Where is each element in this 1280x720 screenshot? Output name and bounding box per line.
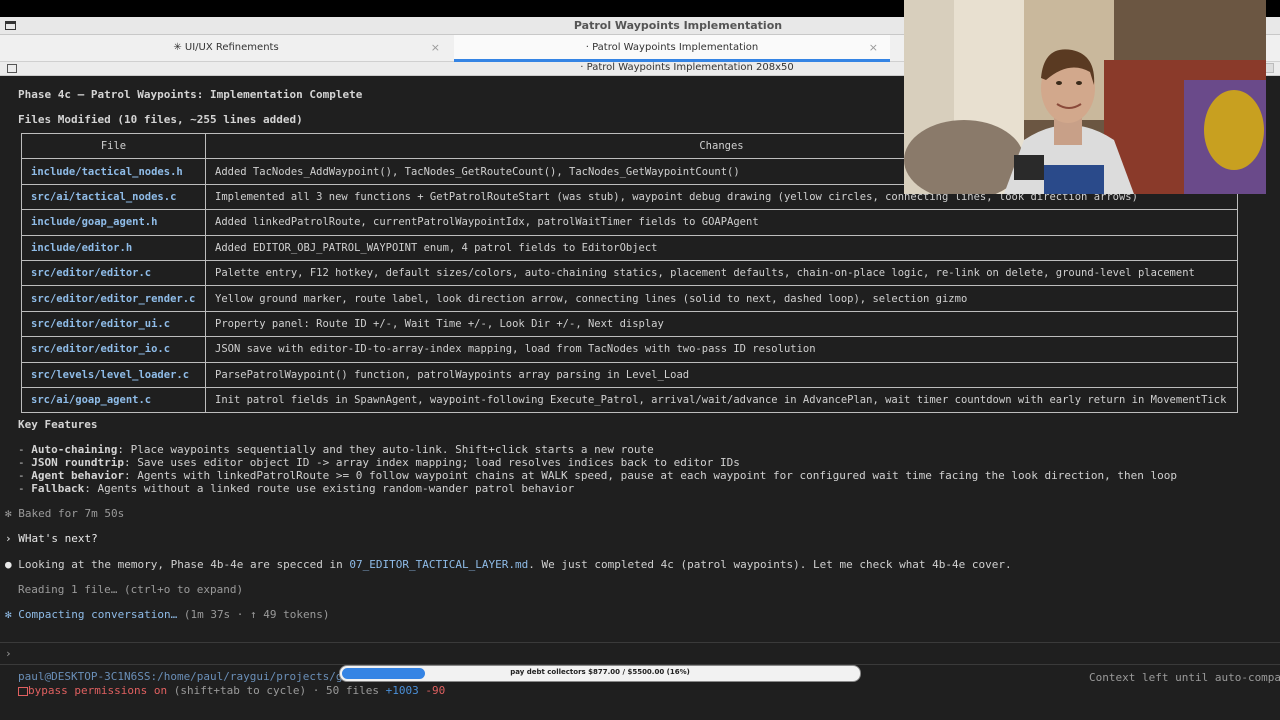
bypass-rest: (shift+tab to cycle) · 50 files xyxy=(167,684,386,697)
file-cell: include/goap_agent.h xyxy=(21,209,206,236)
compacting-meta: (1m 37s · ↑ 49 tokens) xyxy=(177,608,330,621)
close-icon[interactable]: × xyxy=(869,41,878,54)
asterisk-icon: ✻ xyxy=(5,507,19,520)
prompt-chevron-icon: › xyxy=(5,647,12,660)
prompt-marker-icon: › xyxy=(5,532,19,545)
user-prompt: WHat's next? xyxy=(18,532,98,545)
lines-added: +1003 xyxy=(385,684,419,697)
feature-item: - JSON roundtrip: Save uses editor objec… xyxy=(18,456,740,469)
feature-item: - Fallback: Agents without a linked rout… xyxy=(18,482,575,495)
feature-desc: : Place waypoints sequentially and they … xyxy=(117,443,654,456)
progress-label: pay debt collectors $877.00 / $5500.00 (… xyxy=(510,668,690,676)
file-cell: include/editor.h xyxy=(21,234,206,261)
webcam-image xyxy=(904,0,1266,194)
table-row: src/editor/editor_ui.c Property panel: Ro… xyxy=(21,310,1238,338)
feature-item: - Auto-chaining: Place waypoints sequent… xyxy=(18,443,654,456)
compacting-status: ✻ Compacting conversation… (1m 37s · ↑ 4… xyxy=(5,608,330,621)
file-cell: src/editor/editor.c xyxy=(21,259,206,287)
table-row: include/goap_agent.h Added linkedPatrolRo… xyxy=(21,209,1238,236)
donation-progress-bar: pay debt collectors $877.00 / $5500.00 (… xyxy=(339,665,861,682)
changes-cell: Property panel: Route ID +/-, Wait Time … xyxy=(205,310,1238,338)
section-heading: Phase 4c — Patrol Waypoints: Implementat… xyxy=(18,88,363,101)
tab-patrol-waypoints[interactable]: · Patrol Waypoints Implementation × xyxy=(454,35,890,62)
prompt-input[interactable]: › xyxy=(0,642,1280,664)
baked-text: Baked for 7m 50s xyxy=(18,507,125,520)
bypass-icon xyxy=(18,686,28,696)
feature-name: Agent behavior xyxy=(31,469,124,482)
context-status: Context left until auto-compac xyxy=(1089,671,1280,684)
file-cell: src/ai/goap_agent.c xyxy=(21,386,206,414)
changes-cell: ParsePatrolWaypoint() function, patrolWa… xyxy=(205,361,1238,388)
changes-cell: Added EDITOR_OBJ_PATROL_WAYPOINT enum, 4… xyxy=(205,234,1238,261)
changes-cell: Yellow ground marker, route label, look … xyxy=(205,285,1238,312)
reading-status: Reading 1 file… (ctrl+o to expand) xyxy=(18,583,244,596)
status-path: paul@DESKTOP-3C1N6SS:/home/paul/raygui/p… xyxy=(18,670,350,683)
bypass-status[interactable]: bypass permissions on (shift+tab to cycl… xyxy=(18,684,445,697)
tab-label: · Patrol Waypoints Implementation xyxy=(585,42,759,53)
response-text: Looking at the memory, Phase 4b-4e are s… xyxy=(18,558,350,571)
table-row: src/editor/editor.c Palette entry, F12 ho… xyxy=(21,259,1238,287)
feature-desc: : Agents without a linked route use exis… xyxy=(84,482,575,495)
tab-label: ✳ UI/UX Refinements xyxy=(173,42,279,53)
changes-cell: Added linkedPatrolRoute, currentPatrolWa… xyxy=(205,209,1238,236)
feature-name: JSON roundtrip xyxy=(31,456,124,469)
file-cell: include/tactical_nodes.h xyxy=(21,158,206,185)
response-text-end: . We just completed 4c (patrol waypoints… xyxy=(528,558,1012,571)
feature-desc: : Agents with linkedPatrolRoute >= 0 fol… xyxy=(123,469,1177,482)
changes-cell: Init patrol fields in SpawnAgent, waypoi… xyxy=(205,386,1238,414)
bullet-icon: ● xyxy=(5,558,19,571)
bypass-label: bypass permissions on xyxy=(28,684,168,697)
changes-cell: Palette entry, F12 hotkey, default sizes… xyxy=(205,259,1238,287)
feature-name: Auto-chaining xyxy=(31,443,118,456)
table-row: src/editor/editor_render.c Yellow ground … xyxy=(21,285,1238,312)
file-cell: src/editor/editor_render.c xyxy=(21,285,206,312)
files-heading: Files Modified (10 files, ~255 lines add… xyxy=(18,113,303,126)
lines-removed: -90 xyxy=(425,684,446,697)
feature-desc: : Save uses editor object ID -> array in… xyxy=(123,456,740,469)
table-row: src/ai/goap_agent.c Init patrol fields in… xyxy=(21,386,1238,414)
column-header-file: File xyxy=(21,132,206,160)
feature-name: Fallback xyxy=(31,482,85,495)
spinner-icon: ✻ xyxy=(5,608,19,621)
response-file-link[interactable]: 07_EDITOR_TACTICAL_LAYER.md xyxy=(349,558,528,571)
key-features-heading: Key Features xyxy=(18,418,98,431)
table-row: src/levels/level_loader.c ParsePatrolWayp… xyxy=(21,361,1238,388)
webcam-overlay xyxy=(904,0,1266,194)
changes-cell: JSON save with editor-ID-to-array-index … xyxy=(205,336,1238,363)
user-prompt-line: › WHat's next? xyxy=(5,532,98,545)
table-row: src/editor/editor_io.c JSON save with edi… xyxy=(21,336,1238,363)
compacting-text: Compacting conversation… xyxy=(18,608,178,621)
tab-ui-ux-refinements[interactable]: ✳ UI/UX Refinements × xyxy=(0,35,452,62)
feature-item: - Agent behavior: Agents with linkedPatr… xyxy=(18,469,1177,482)
file-cell: src/ai/tactical_nodes.c xyxy=(21,183,206,211)
file-cell: src/levels/level_loader.c xyxy=(21,361,206,388)
file-cell: src/editor/editor_io.c xyxy=(21,336,206,363)
file-cell: src/editor/editor_ui.c xyxy=(21,310,206,338)
baked-status: ✻ Baked for 7m 50s xyxy=(5,507,124,520)
close-icon[interactable]: × xyxy=(431,41,440,54)
assistant-response: ● Looking at the memory, Phase 4b-4e are… xyxy=(5,558,1012,571)
table-row: include/editor.h Added EDITOR_OBJ_PATROL_… xyxy=(21,234,1238,261)
